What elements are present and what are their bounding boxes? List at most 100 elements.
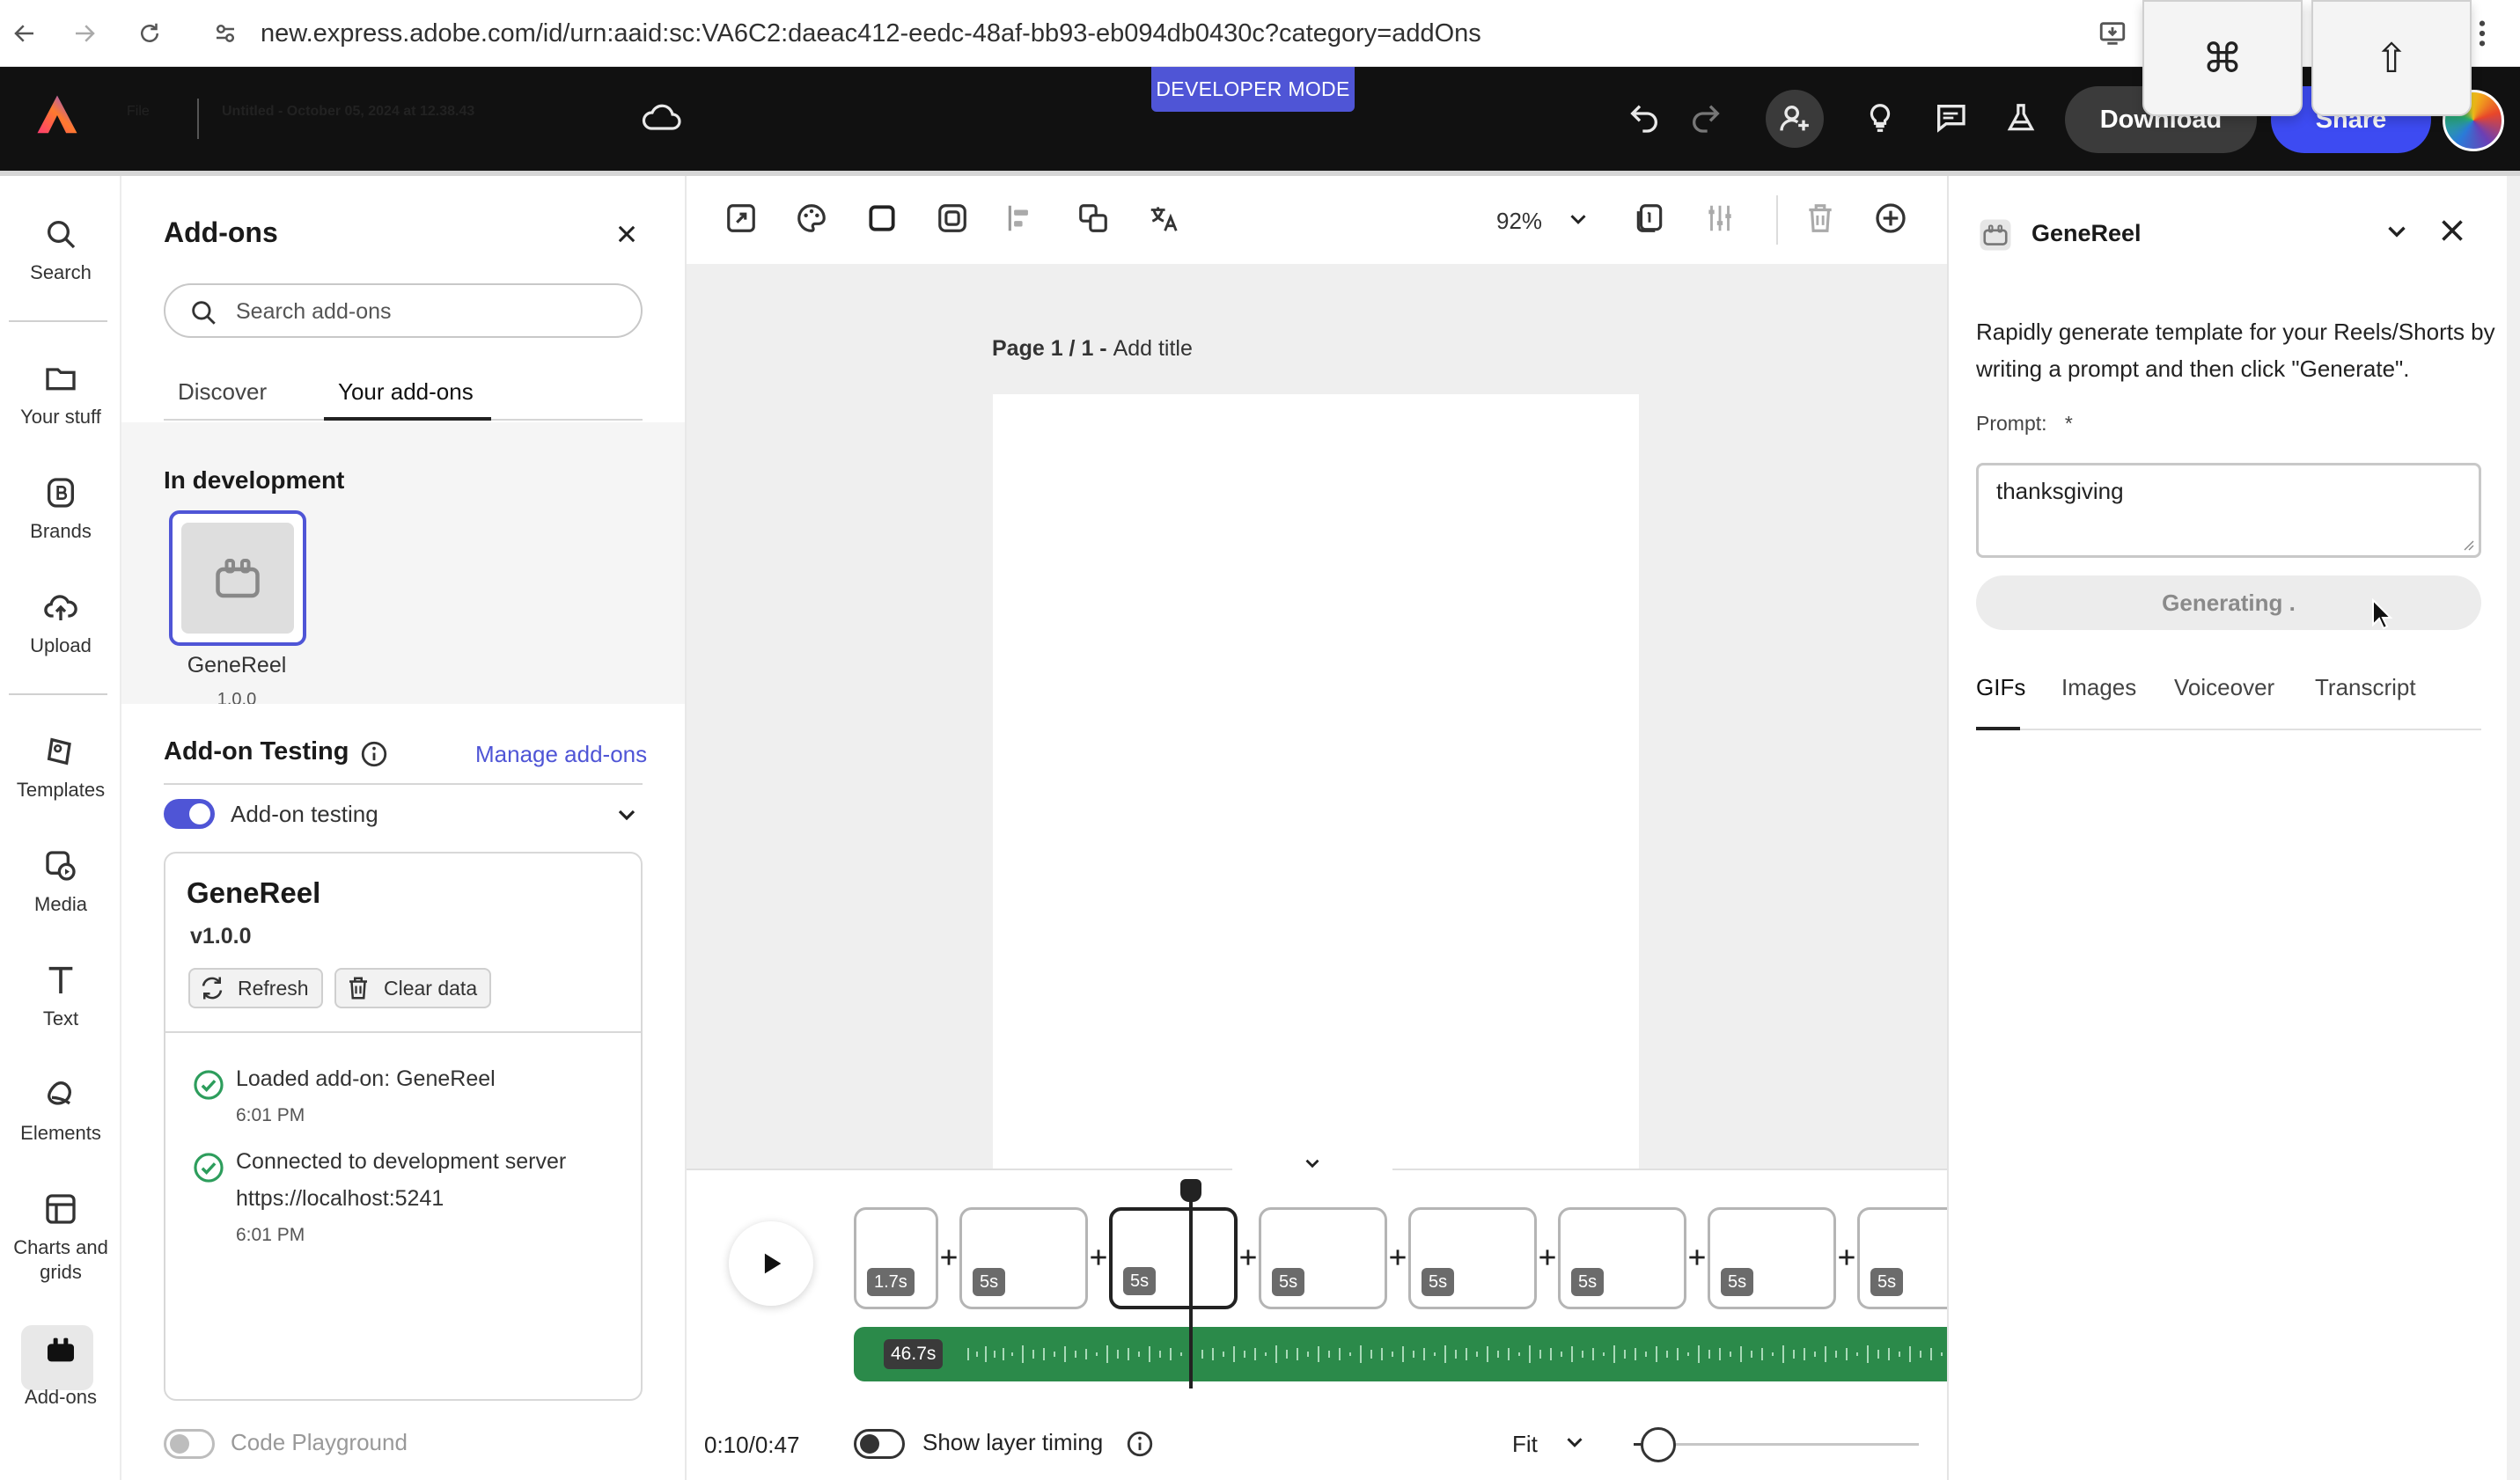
prompt-field[interactable] — [1976, 463, 2481, 558]
page-canvas[interactable] — [993, 394, 1639, 1169]
resize-handle-icon[interactable] — [2461, 538, 2475, 552]
rail-item-charts-and-grids[interactable]: Charts and grids — [0, 1191, 121, 1285]
rail-label: Upload — [30, 634, 92, 656]
addon-testing-expand-button[interactable] — [613, 801, 641, 829]
back-button[interactable] — [0, 9, 49, 58]
collapse-timeline-button[interactable] — [1232, 1147, 1392, 1179]
tab-your-addons[interactable]: Your add-ons — [338, 378, 474, 406]
frame-button[interactable] — [929, 195, 975, 241]
close-addons-button[interactable] — [607, 215, 646, 253]
addon-testing-toggle[interactable] — [164, 799, 215, 829]
card-addon-name: GeneReel — [187, 876, 321, 909]
add-page-button[interactable] — [1868, 195, 1914, 241]
reload-icon — [141, 23, 158, 42]
page-count-button[interactable] — [1627, 195, 1672, 241]
timeline-clip[interactable]: 5s — [1408, 1207, 1537, 1309]
comments-button[interactable] — [1924, 92, 1977, 144]
document-title[interactable]: Untitled - October 05, 2024 at 12.38.43 — [222, 104, 474, 120]
timeline-zoom-dropdown[interactable] — [1561, 1429, 1588, 1455]
timeline-clip[interactable]: 5s — [1558, 1207, 1686, 1309]
search-addons-field[interactable] — [164, 283, 643, 338]
timeline-clip[interactable]: 5s — [959, 1207, 1088, 1309]
page-settings-button[interactable] — [1697, 195, 1743, 241]
forward-button[interactable] — [60, 9, 109, 58]
timeline-clip-active[interactable]: 5s — [1109, 1207, 1238, 1309]
tab-discover[interactable]: Discover — [178, 378, 267, 406]
cloud-save-status — [641, 99, 683, 134]
header-divider — [197, 99, 199, 139]
reload-button[interactable] — [125, 9, 174, 58]
rail-item-text[interactable]: Text — [0, 963, 121, 1031]
plus-icon — [1539, 1249, 1555, 1265]
undo-button[interactable] — [1618, 92, 1671, 144]
timeline-clip[interactable]: 1.7s — [854, 1207, 938, 1309]
timeline-zoom-slider-track[interactable] — [1634, 1443, 1919, 1446]
install-app-button[interactable] — [2088, 9, 2137, 58]
addon-panel-menu-button[interactable] — [2382, 216, 2412, 246]
site-settings-button[interactable] — [201, 9, 250, 58]
address-bar[interactable]: new.express.adobe.com/id/urn:aaid:sc:VA6… — [261, 10, 1481, 57]
tab-transcript[interactable]: Transcript — [2315, 674, 2416, 701]
labs-button[interactable] — [1995, 92, 2047, 144]
rail-item-brands[interactable]: Brands — [0, 475, 121, 544]
close-addon-panel-button[interactable] — [2436, 215, 2468, 246]
code-playground-toggle[interactable] — [164, 1429, 215, 1459]
rail-item-media[interactable]: Media — [0, 848, 121, 917]
refresh-button[interactable]: Refresh — [188, 968, 323, 1008]
translate-button[interactable] — [1141, 195, 1187, 241]
tune-icon — [217, 25, 234, 42]
addons-icon — [1980, 219, 2011, 251]
align-button[interactable] — [998, 195, 1044, 241]
timeline-zoom-select[interactable]: Fit — [1512, 1431, 1538, 1458]
add-page-title-link[interactable]: Add title — [1113, 336, 1193, 361]
rail-item-add-ons[interactable]: Add-ons — [0, 1332, 121, 1410]
mouse-cursor — [2371, 598, 2394, 630]
timeline-clip[interactable]: 5s — [1259, 1207, 1387, 1309]
adobe-express-logo[interactable] — [33, 92, 81, 139]
plus-circle-icon — [1876, 203, 1906, 233]
rail-label: Your stuff — [20, 406, 101, 428]
page-scrollbar[interactable] — [2507, 176, 2520, 1480]
rail-item-upload[interactable]: Upload — [0, 590, 121, 658]
rail-item-search[interactable]: Search — [0, 216, 121, 285]
redo-button[interactable] — [1679, 92, 1732, 144]
addon-description: Rapidly generate template for your Reels… — [1976, 319, 2495, 382]
testing-rule — [164, 783, 643, 785]
tab-voiceover[interactable]: Voiceover — [2174, 674, 2274, 701]
generate-button[interactable]: Generating . — [1976, 575, 2481, 630]
resize-button[interactable] — [718, 195, 764, 241]
invite-button[interactable] — [1766, 90, 1824, 148]
addon-testing-info-button[interactable] — [359, 739, 389, 769]
file-menu[interactable]: File — [127, 104, 150, 120]
genereel-addon-tile[interactable] — [169, 510, 306, 646]
tab-images[interactable]: Images — [2061, 674, 2136, 701]
in-development-title: In development — [164, 466, 345, 494]
rail-item-your-stuff[interactable]: Your stuff — [0, 361, 121, 429]
prompt-textarea[interactable] — [1996, 478, 2454, 545]
timeline-clip[interactable]: 5s — [1708, 1207, 1836, 1309]
rail-item-elements[interactable]: Elements — [0, 1077, 121, 1146]
show-layer-timing-toggle[interactable] — [854, 1429, 905, 1459]
zoom-dropdown-button[interactable] — [1565, 206, 1591, 232]
manage-addons-link[interactable]: Manage add-ons — [475, 741, 647, 768]
arrange-button[interactable] — [1070, 195, 1116, 241]
timeline-clip[interactable]: 5s — [1857, 1207, 1947, 1309]
timeline-zoom-slider-thumb[interactable] — [1641, 1427, 1676, 1462]
play-button[interactable] — [729, 1221, 813, 1306]
rail-item-templates[interactable]: Templates — [0, 734, 121, 802]
layer-timing-info-button[interactable] — [1125, 1429, 1155, 1459]
tips-button[interactable] — [1854, 92, 1907, 144]
theme-button[interactable] — [789, 195, 834, 241]
search-addons-input[interactable] — [236, 292, 623, 331]
audio-duration: 46.7s — [884, 1339, 944, 1369]
prompt-label: Prompt: * — [1976, 412, 2073, 436]
shape-button[interactable] — [859, 195, 905, 241]
tab-gifs[interactable]: GIFs — [1976, 674, 2025, 701]
clear-data-button[interactable]: Clear data — [334, 968, 492, 1008]
delete-page-button[interactable] — [1797, 195, 1843, 241]
audio-track[interactable] — [854, 1327, 1947, 1381]
trash-icon — [349, 977, 367, 1000]
playhead[interactable] — [1189, 1190, 1193, 1388]
zoom-level[interactable]: 92% — [1496, 208, 1542, 235]
playhead-handle[interactable] — [1180, 1179, 1201, 1202]
